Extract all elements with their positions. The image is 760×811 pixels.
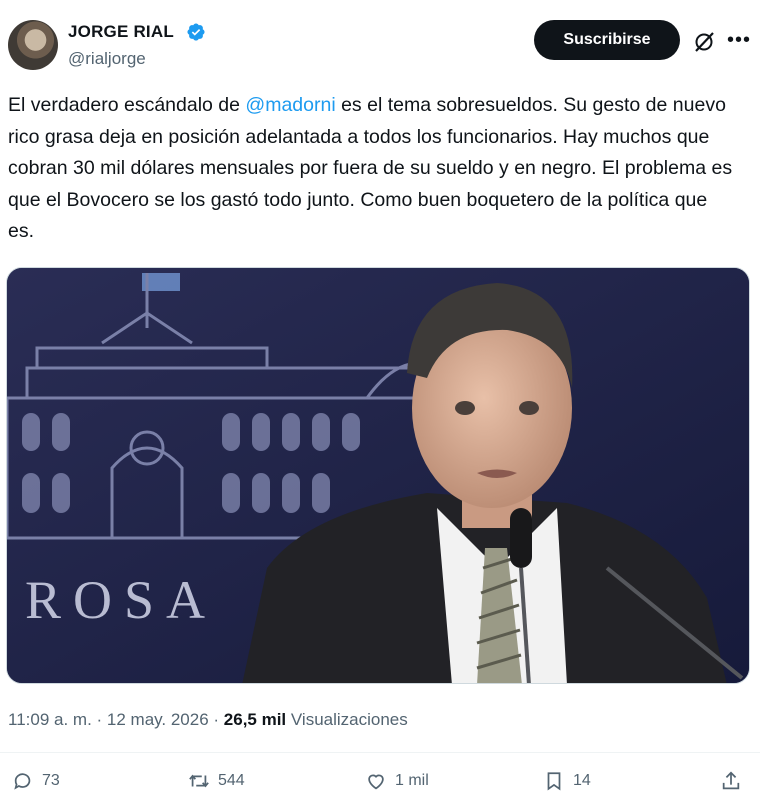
divider <box>0 752 760 753</box>
tweet-photo[interactable]: ROSA <box>6 267 750 684</box>
meta-separator-2: · <box>208 710 224 729</box>
author-name[interactable]: JORGE RIAL <box>68 22 174 42</box>
author-avatar[interactable] <box>8 20 58 70</box>
reply-count: 73 <box>42 772 60 789</box>
tweet-timestamp: 11:09 a. m. · 12 may. 2026 · 26,5 mil Vi… <box>8 710 408 730</box>
tweet-text-rest: es el tema sobresueldos. Su gesto de nue… <box>8 94 733 242</box>
bookmark-icon <box>547 772 561 791</box>
tweet-text: El verdadero escándalo de @madorni es el… <box>8 90 738 248</box>
tweet-date[interactable]: 12 may. 2026 <box>107 710 209 729</box>
reply-icon <box>14 773 31 790</box>
author-handle[interactable]: @rialjorge <box>68 49 146 69</box>
share-button[interactable] <box>720 770 742 792</box>
subscribe-button[interactable]: Suscribirse <box>534 20 680 60</box>
views-label: Visualizaciones <box>290 710 408 729</box>
tweet-time[interactable]: 11:09 a. m. <box>8 710 92 729</box>
repost-button[interactable]: 544 <box>188 770 245 792</box>
meta-separator: · <box>91 710 107 729</box>
more-icon[interactable]: ••• <box>727 30 751 50</box>
verified-badge-icon <box>187 23 205 41</box>
bookmark-count: 14 <box>573 772 591 789</box>
background-lettering: ROSA <box>25 570 217 630</box>
reply-button[interactable]: 73 <box>12 770 60 792</box>
views-count: 26,5 mil <box>223 710 287 729</box>
repost-count: 544 <box>218 772 245 789</box>
grok-icon[interactable] <box>692 30 716 54</box>
mention-link[interactable]: @madorni <box>245 94 335 116</box>
tweet-text-start: El verdadero escándalo de <box>8 94 246 116</box>
bookmark-button[interactable]: 14 <box>543 770 591 792</box>
repost-icon <box>189 774 209 788</box>
photo-illustration: ROSA <box>7 268 749 683</box>
tweet-actions: 73 544 1 mil 14 <box>0 770 760 804</box>
like-button[interactable]: 1 mil <box>365 770 429 792</box>
share-icon <box>722 771 740 790</box>
like-count: 1 mil <box>395 772 429 789</box>
heart-icon <box>368 774 384 790</box>
